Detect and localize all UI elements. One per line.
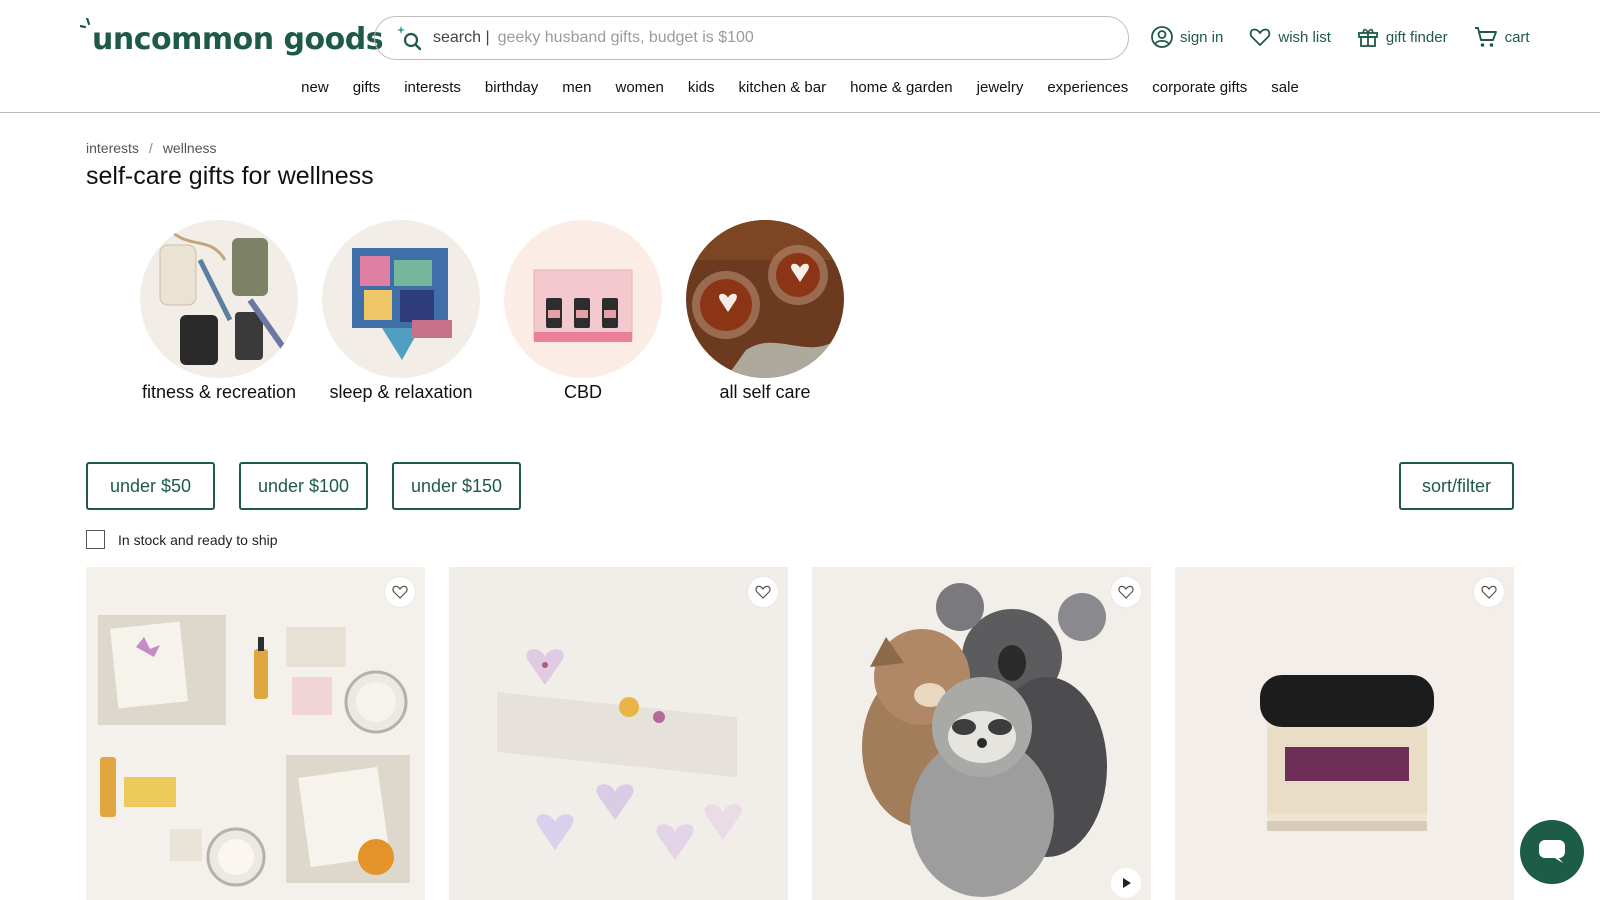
product-card[interactable] bbox=[812, 567, 1151, 900]
product-image-bath-bombs bbox=[449, 567, 788, 900]
category-label: CBD bbox=[563, 382, 602, 402]
nav-item-women[interactable]: women bbox=[615, 76, 663, 100]
nav-item-gifts[interactable]: gifts bbox=[353, 76, 381, 100]
logo-spark-icon bbox=[80, 18, 91, 29]
wishlist-heart-icon[interactable] bbox=[748, 577, 778, 607]
product-card[interactable] bbox=[1175, 567, 1514, 900]
search-bar[interactable]: search | bbox=[374, 16, 1129, 60]
breadcrumb-item-wellness[interactable]: wellness bbox=[163, 140, 217, 156]
filter-under-150-button[interactable]: under $150 bbox=[392, 462, 521, 510]
product-image-magnesium-butter bbox=[1175, 567, 1514, 900]
brand-name: uncommon goods bbox=[92, 22, 384, 57]
user-circle-icon bbox=[1151, 26, 1173, 48]
nav-item-interests[interactable]: interests bbox=[404, 76, 461, 100]
category-sleep-relaxation[interactable]: sleep & relaxation bbox=[322, 220, 480, 402]
search-input[interactable] bbox=[497, 29, 1058, 47]
category-label: sleep & relaxation bbox=[329, 382, 473, 402]
cart-label: cart bbox=[1504, 28, 1530, 46]
breadcrumb: interests / wellness bbox=[86, 140, 217, 156]
in-stock-checkbox[interactable] bbox=[86, 530, 105, 549]
page-title: self-care gifts for wellness bbox=[86, 162, 374, 190]
category-image-sleep bbox=[322, 220, 480, 378]
search-prefix: search | bbox=[433, 29, 490, 46]
nav-item-kids[interactable]: kids bbox=[688, 76, 715, 100]
category-image-self-care bbox=[686, 220, 844, 378]
site-header: uncommon goods search | sign in wis bbox=[0, 0, 1600, 113]
category-image-cbd bbox=[504, 220, 662, 378]
product-image-self-care-kit bbox=[86, 567, 425, 900]
product-grid bbox=[86, 567, 1538, 900]
category-label: all self care bbox=[719, 382, 811, 402]
play-video-icon[interactable] bbox=[1111, 868, 1141, 898]
nav-item-home-garden[interactable]: home & garden bbox=[850, 76, 953, 100]
nav-item-corporate-gifts[interactable]: corporate gifts bbox=[1152, 76, 1247, 100]
main-nav: new gifts interests birthday men women k… bbox=[0, 76, 1600, 100]
category-all-self-care[interactable]: all self care bbox=[686, 220, 844, 402]
wishlist-heart-icon[interactable] bbox=[385, 577, 415, 607]
wish-list-label: wish list bbox=[1278, 28, 1331, 46]
product-image-plush-animals bbox=[812, 567, 1151, 900]
product-card[interactable] bbox=[86, 567, 425, 900]
chat-bubble-icon bbox=[1539, 840, 1565, 863]
chat-button[interactable] bbox=[1520, 820, 1584, 884]
gift-icon bbox=[1357, 28, 1378, 47]
breadcrumb-item-interests[interactable]: interests bbox=[86, 140, 139, 156]
brand-logo[interactable]: uncommon goods bbox=[80, 18, 384, 58]
utility-nav: sign in wish list gift finder cart bbox=[1150, 22, 1530, 52]
search-icon bbox=[395, 23, 425, 53]
heart-icon bbox=[1250, 28, 1271, 46]
nav-item-birthday[interactable]: birthday bbox=[485, 76, 538, 100]
product-card[interactable] bbox=[449, 567, 788, 900]
in-stock-label: In stock and ready to ship bbox=[118, 531, 278, 548]
category-cbd[interactable]: CBD bbox=[504, 220, 662, 402]
nav-item-kitchen-bar[interactable]: kitchen & bar bbox=[739, 76, 827, 100]
price-filter-group: under $50 under $100 under $150 bbox=[86, 462, 545, 510]
nav-item-sale[interactable]: sale bbox=[1271, 76, 1299, 100]
nav-item-experiences[interactable]: experiences bbox=[1047, 76, 1128, 100]
cart-link[interactable]: cart bbox=[1473, 25, 1530, 49]
filter-under-100-button[interactable]: under $100 bbox=[239, 462, 368, 510]
sign-in-label: sign in bbox=[1180, 28, 1224, 46]
nav-item-men[interactable]: men bbox=[562, 76, 591, 100]
cart-icon bbox=[1474, 27, 1497, 47]
sort-filter-button[interactable]: sort/filter bbox=[1399, 462, 1514, 510]
gift-finder-label: gift finder bbox=[1385, 28, 1448, 46]
category-image-fitness bbox=[140, 220, 298, 378]
stock-filter: In stock and ready to ship bbox=[86, 530, 278, 549]
nav-item-jewelry[interactable]: jewelry bbox=[977, 76, 1024, 100]
wishlist-heart-icon[interactable] bbox=[1111, 577, 1141, 607]
sign-in-link[interactable]: sign in bbox=[1150, 25, 1223, 49]
category-label: fitness & recreation bbox=[141, 382, 297, 402]
wishlist-heart-icon[interactable] bbox=[1474, 577, 1504, 607]
gift-finder-link[interactable]: gift finder bbox=[1356, 25, 1448, 49]
filter-under-50-button[interactable]: under $50 bbox=[86, 462, 215, 510]
category-fitness-recreation[interactable]: fitness & recreation bbox=[140, 220, 298, 402]
breadcrumb-separator: / bbox=[148, 140, 153, 156]
category-carousel: fitness & recreation sleep & relaxation bbox=[140, 220, 868, 402]
wish-list-link[interactable]: wish list bbox=[1248, 25, 1331, 49]
nav-item-new[interactable]: new bbox=[301, 76, 329, 100]
